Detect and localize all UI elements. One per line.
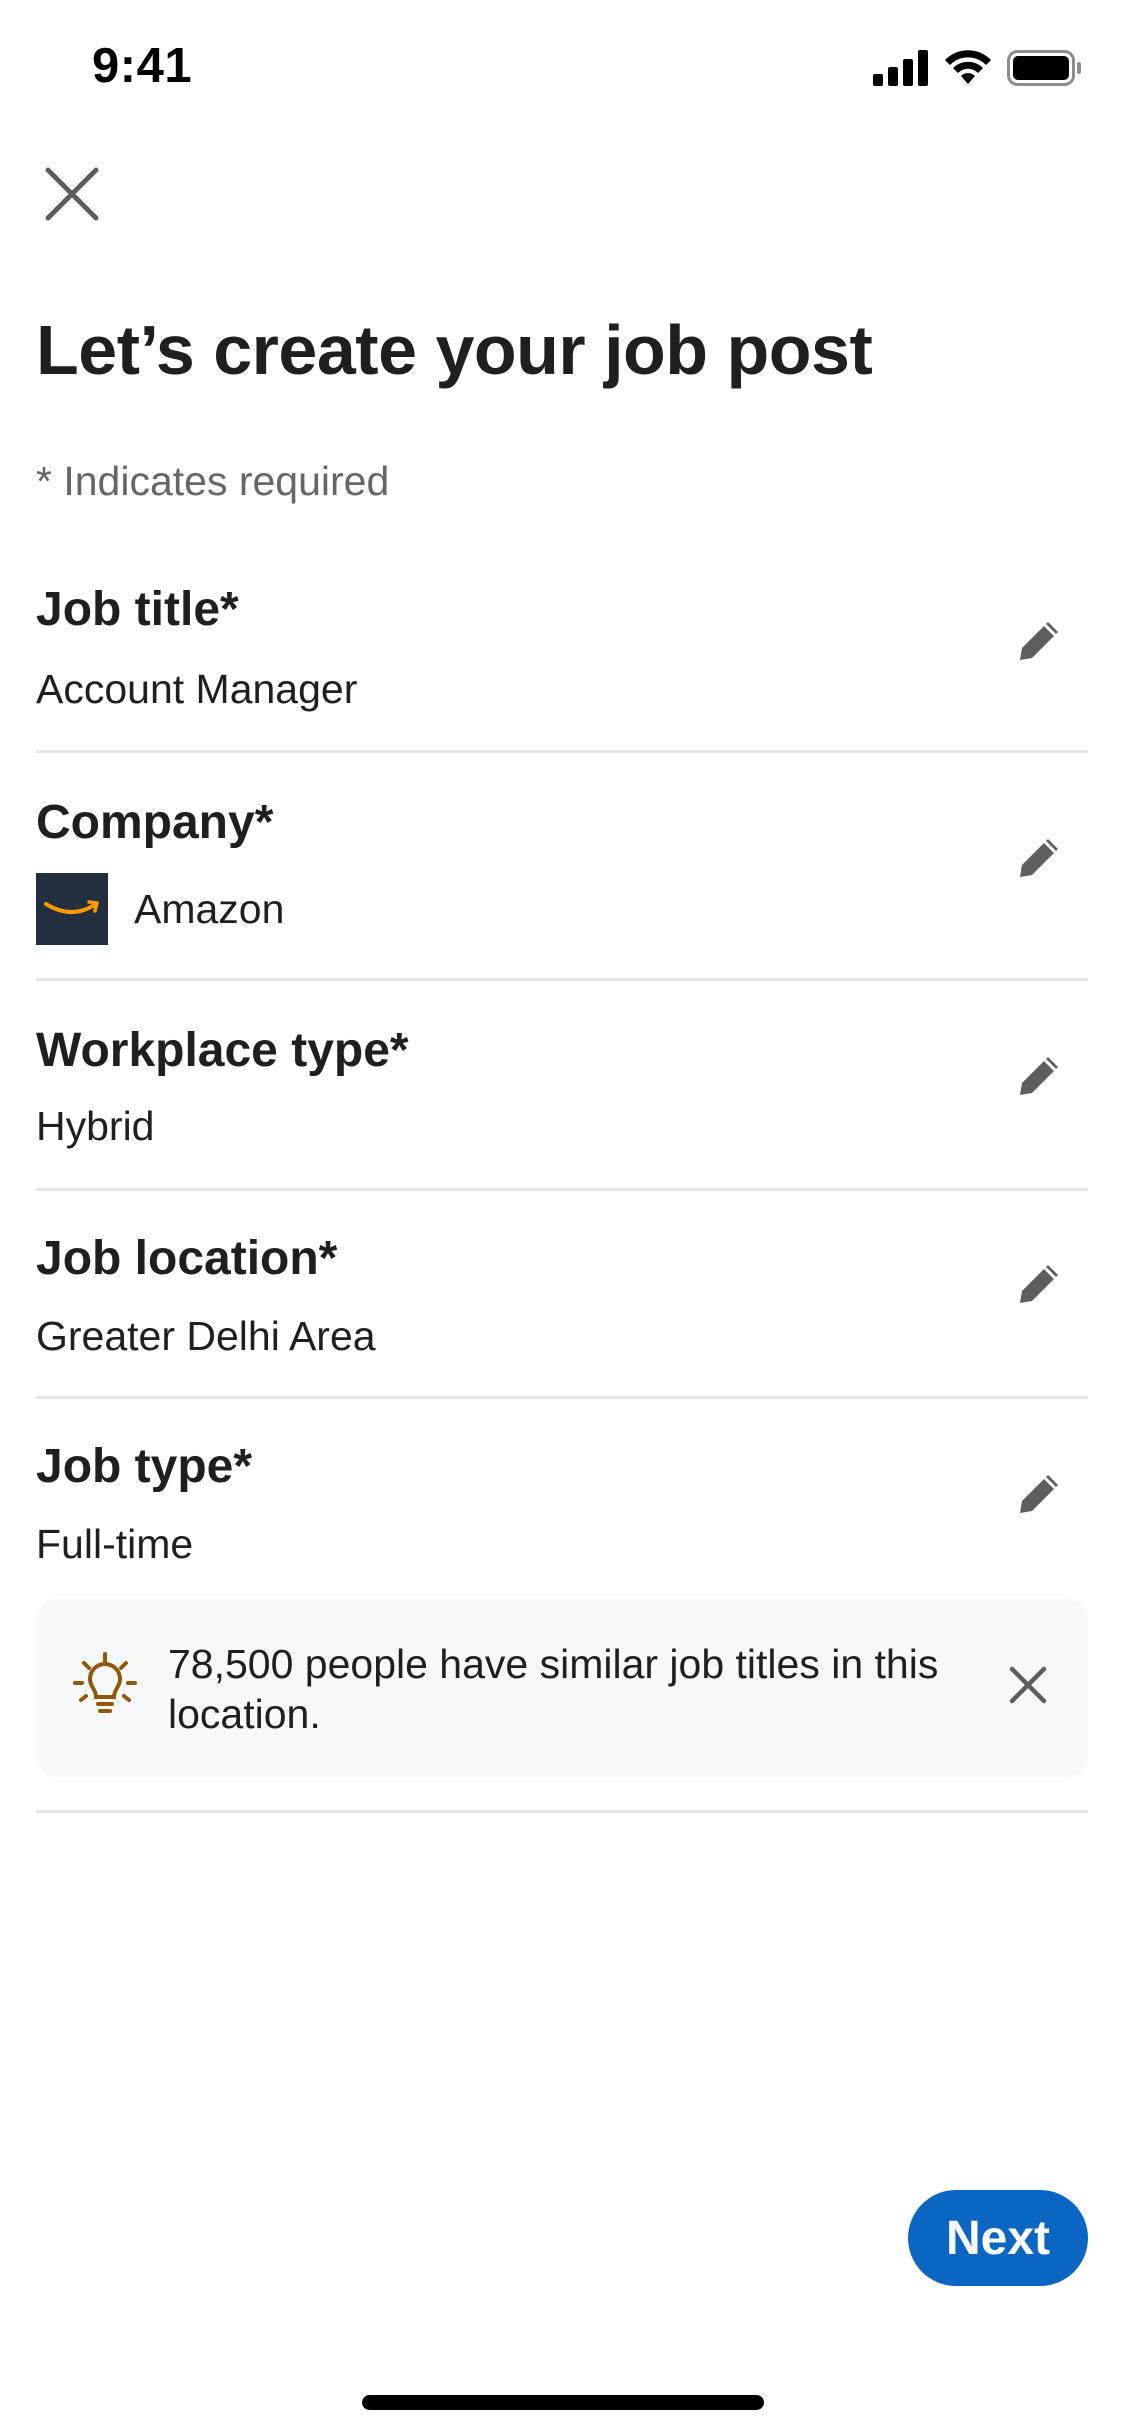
job-type-value: Full-time [36, 1521, 194, 1567]
company-logo [36, 873, 108, 945]
edit-job-type-button[interactable] [1008, 1463, 1072, 1527]
pencil-icon [1018, 1471, 1062, 1520]
job-post-form: Job title* Account Manager Company* Amaz… [36, 548, 1088, 1813]
job-type-field[interactable]: Job type* Full-time [36, 1399, 1088, 1599]
company-value-row: Amazon [36, 873, 284, 945]
workplace-type-value: Hybrid [36, 1103, 155, 1149]
wifi-icon [943, 50, 993, 91]
job-location-field[interactable]: Job location* Greater Delhi Area [36, 1191, 1088, 1399]
insight-banner: 78,500 people have similar job titles in… [36, 1599, 1088, 1777]
battery-icon [1007, 50, 1083, 91]
lightbulb-icon [72, 1651, 138, 1717]
company-value: Amazon [134, 885, 285, 932]
close-button[interactable] [36, 160, 108, 232]
next-button[interactable]: Next [908, 2190, 1088, 2286]
home-indicator [362, 2395, 764, 2410]
job-title-label: Job title* [36, 583, 239, 636]
status-bar: 9:41 [0, 0, 1125, 140]
job-title-value: Account Manager [36, 666, 358, 712]
pencil-icon [1018, 618, 1062, 667]
insight-text: 78,500 people have similar job titles in… [168, 1641, 939, 1737]
job-type-label: Job type* [36, 1440, 253, 1493]
status-icons [873, 50, 1083, 91]
close-icon [44, 166, 100, 227]
pencil-icon [1018, 1261, 1062, 1310]
cellular-signal-icon [873, 50, 929, 91]
job-location-label: Job location* [36, 1232, 338, 1285]
edit-job-location-button[interactable] [1008, 1253, 1072, 1317]
workplace-type-label: Workplace type* [36, 1024, 409, 1077]
pencil-icon [1018, 835, 1062, 884]
pencil-icon [1018, 1053, 1062, 1102]
edit-workplace-type-button[interactable] [1008, 1045, 1072, 1109]
page-title: Let’s create your job post [36, 311, 873, 389]
dismiss-insight-button[interactable] [998, 1657, 1058, 1717]
required-note: * Indicates required [36, 458, 390, 504]
job-title-field[interactable]: Job title* Account Manager [36, 548, 1088, 753]
company-label: Company* [36, 796, 274, 849]
close-icon [1009, 1666, 1047, 1709]
job-location-value: Greater Delhi Area [36, 1313, 376, 1359]
job-type-section: Job type* Full-time 78,500 people have s… [36, 1399, 1088, 1813]
edit-job-title-button[interactable] [1008, 610, 1072, 674]
edit-company-button[interactable] [1008, 827, 1072, 891]
status-time: 9:41 [92, 39, 193, 93]
company-field[interactable]: Company* Amazon [36, 753, 1088, 981]
workplace-type-field[interactable]: Workplace type* Hybrid [36, 981, 1088, 1191]
